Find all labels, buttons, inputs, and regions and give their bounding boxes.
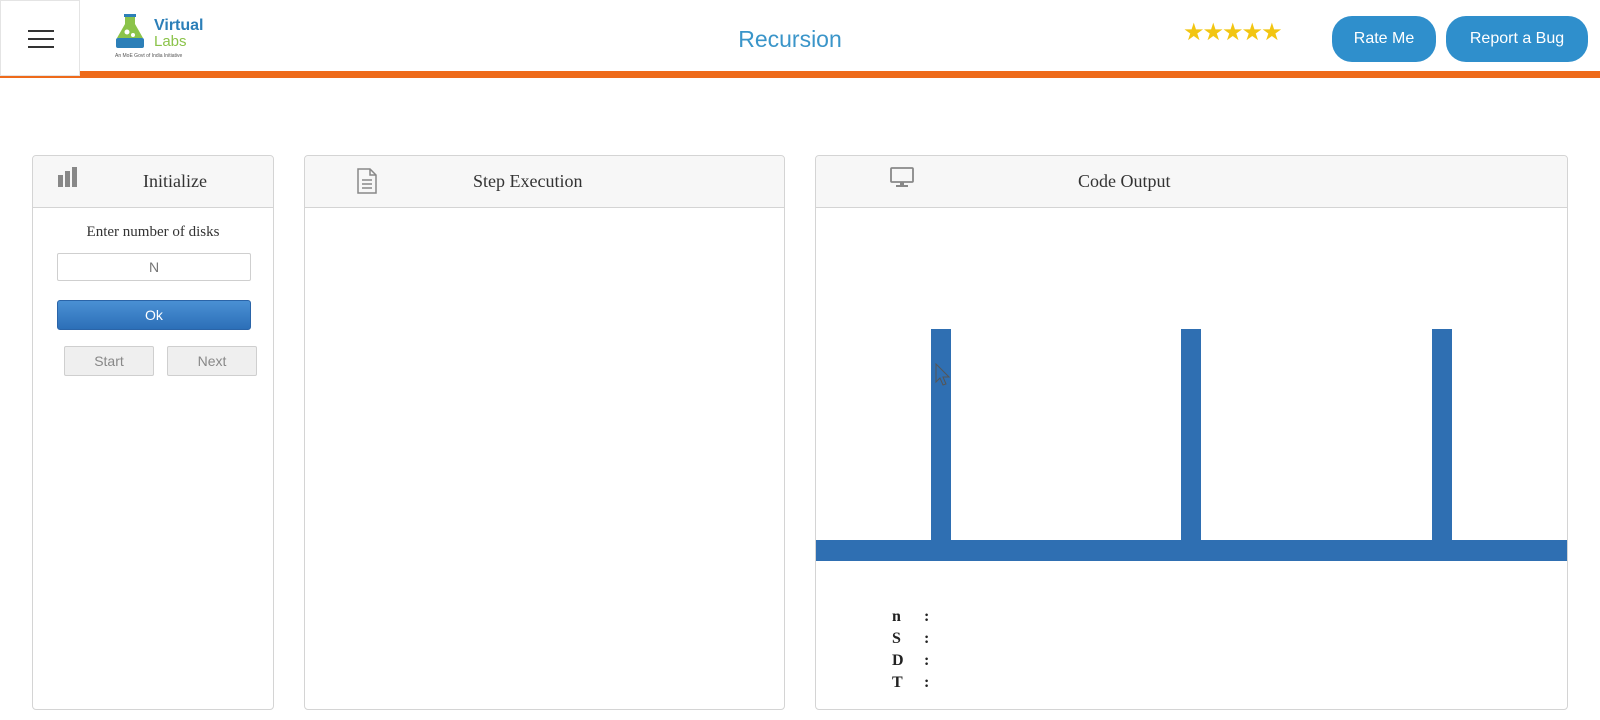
disk-count-input[interactable] — [57, 253, 251, 281]
top-navbar: Virtual Labs An MoE Govt of India Initia… — [0, 0, 1600, 78]
virtual-labs-logo[interactable]: Virtual Labs An MoE Govt of India Initia… — [110, 12, 204, 64]
code-output-panel: Code Output n : S : D : T : — [815, 155, 1568, 710]
variable-row-d: D : — [892, 652, 952, 674]
peg-auxiliary — [1181, 329, 1201, 541]
hamburger-icon-line — [28, 46, 54, 48]
variable-row-n: n : — [892, 608, 952, 630]
code-output-title: Code Output — [1078, 171, 1171, 191]
tower-base — [816, 540, 1567, 561]
hamburger-icon-line — [28, 38, 54, 40]
flask-logo-icon — [116, 14, 144, 48]
step-execution-panel: Step Execution — [304, 155, 785, 710]
monitor-icon — [890, 167, 914, 187]
logo-tagline: An MoE Govt of India Initiative — [115, 53, 183, 59]
variable-row-s: S : — [892, 630, 952, 652]
variable-separator: : — [924, 674, 930, 691]
page-title: Recursion — [738, 26, 842, 52]
initialize-panel: Initialize Enter number of disks Ok Star… — [32, 155, 274, 710]
step-execution-title: Step Execution — [473, 171, 583, 191]
peg-source — [931, 329, 951, 541]
logo-text-labs: Labs — [154, 33, 187, 50]
variable-row-t: T : — [892, 674, 952, 696]
disk-count-label: Enter number of disks — [86, 224, 220, 240]
variable-name: n — [892, 608, 901, 625]
bar-chart-icon — [58, 167, 77, 187]
variable-name: S — [892, 630, 901, 647]
document-icon — [357, 168, 377, 194]
hamburger-menu-button[interactable] — [0, 0, 80, 76]
peg-destination — [1432, 329, 1452, 541]
initialize-title: Initialize — [143, 171, 207, 191]
start-button[interactable]: Start — [64, 346, 154, 376]
step-execution-panel-header: Step Execution — [305, 156, 784, 208]
mouse-pointer-icon — [935, 363, 951, 386]
variable-readout: n : S : D : T : — [892, 608, 952, 696]
rating-stars-icon[interactable]: ★★★★★ — [1183, 18, 1283, 46]
variable-name: T — [892, 674, 903, 691]
rate-me-button[interactable]: Rate Me — [1332, 16, 1436, 62]
variable-separator: : — [924, 652, 930, 669]
tower-of-hanoi-canvas — [816, 209, 1567, 589]
variable-separator: : — [924, 608, 930, 625]
variable-separator: : — [924, 630, 930, 647]
ok-button[interactable]: Ok — [57, 300, 251, 330]
next-button[interactable]: Next — [167, 346, 257, 376]
report-bug-button[interactable]: Report a Bug — [1446, 16, 1588, 62]
hamburger-icon-line — [28, 30, 54, 32]
variable-name: D — [892, 652, 904, 669]
code-output-panel-header: Code Output — [816, 156, 1567, 208]
initialize-panel-header: Initialize — [33, 156, 273, 208]
